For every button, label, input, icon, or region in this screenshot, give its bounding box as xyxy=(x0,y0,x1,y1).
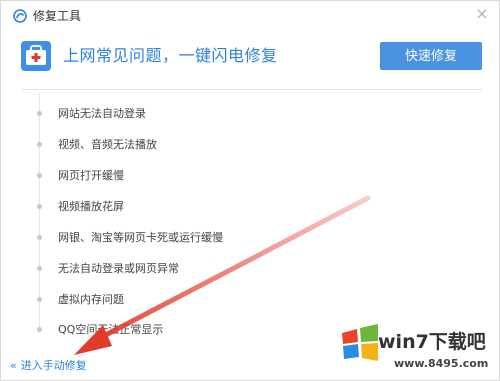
issue-item[interactable]: 虚拟内存问题 xyxy=(1,291,499,309)
issue-item[interactable]: 视频播放花屏 xyxy=(1,198,499,216)
issue-item[interactable]: 无法自动登录或网页异常 xyxy=(1,260,499,278)
bullet-dot-icon xyxy=(37,327,42,332)
watermark-brand: win7下载吧 xyxy=(378,331,486,353)
issue-item[interactable]: 视频、音频无法播放 xyxy=(1,136,499,154)
manual-repair-link[interactable]: «进入手动修复 xyxy=(10,358,87,374)
issue-label: 网页打开缓慢 xyxy=(58,169,124,182)
issue-label: 视频播放花屏 xyxy=(58,200,124,213)
bullet-dot-icon xyxy=(37,266,42,271)
hero-title: 上网常见问题，一键闪电修复 xyxy=(63,46,278,65)
bullet-dot-icon xyxy=(37,235,42,240)
bullet-dot-icon xyxy=(37,204,42,209)
bullet-dot-icon xyxy=(37,142,42,147)
close-icon[interactable]: × xyxy=(475,6,489,22)
bullet-dot-icon xyxy=(37,173,42,178)
watermark-url: www.8495.com xyxy=(394,357,489,370)
double-chevron-left-icon: « xyxy=(10,359,17,372)
quick-fix-button[interactable]: 快速修复 xyxy=(380,42,482,70)
issue-label: 网银、淘宝等网页卡死或运行缓慢 xyxy=(58,231,223,244)
title-bar: 修复工具 × xyxy=(1,1,499,31)
bullet-dot-icon xyxy=(37,297,42,302)
first-aid-toolbox-icon xyxy=(21,41,51,71)
app-logo-icon xyxy=(13,9,27,23)
window-title: 修复工具 xyxy=(33,9,82,23)
issue-item[interactable]: 网银、淘宝等网页卡死或运行缓慢 xyxy=(1,229,499,247)
issue-label: 视频、音频无法播放 xyxy=(58,138,157,151)
issue-label: 网站无法自动登录 xyxy=(58,107,146,120)
manual-repair-label: 进入手动修复 xyxy=(20,359,87,372)
divider xyxy=(22,89,482,90)
bullet-dot-icon xyxy=(37,111,42,116)
issue-item[interactable]: 网页打开缓慢 xyxy=(1,167,499,185)
issue-item[interactable]: 网站无法自动登录 xyxy=(1,105,499,123)
site-watermark: win7下载吧 www.8495.com xyxy=(338,319,498,379)
issue-label: 无法自动登录或网页异常 xyxy=(58,262,179,275)
windows-logo-icon xyxy=(342,324,378,361)
issue-label: 虚拟内存问题 xyxy=(58,293,124,306)
hero-banner: 上网常见问题，一键闪电修复 快速修复 xyxy=(1,31,499,81)
issue-label: QQ空间无法正常显示 xyxy=(58,323,164,336)
